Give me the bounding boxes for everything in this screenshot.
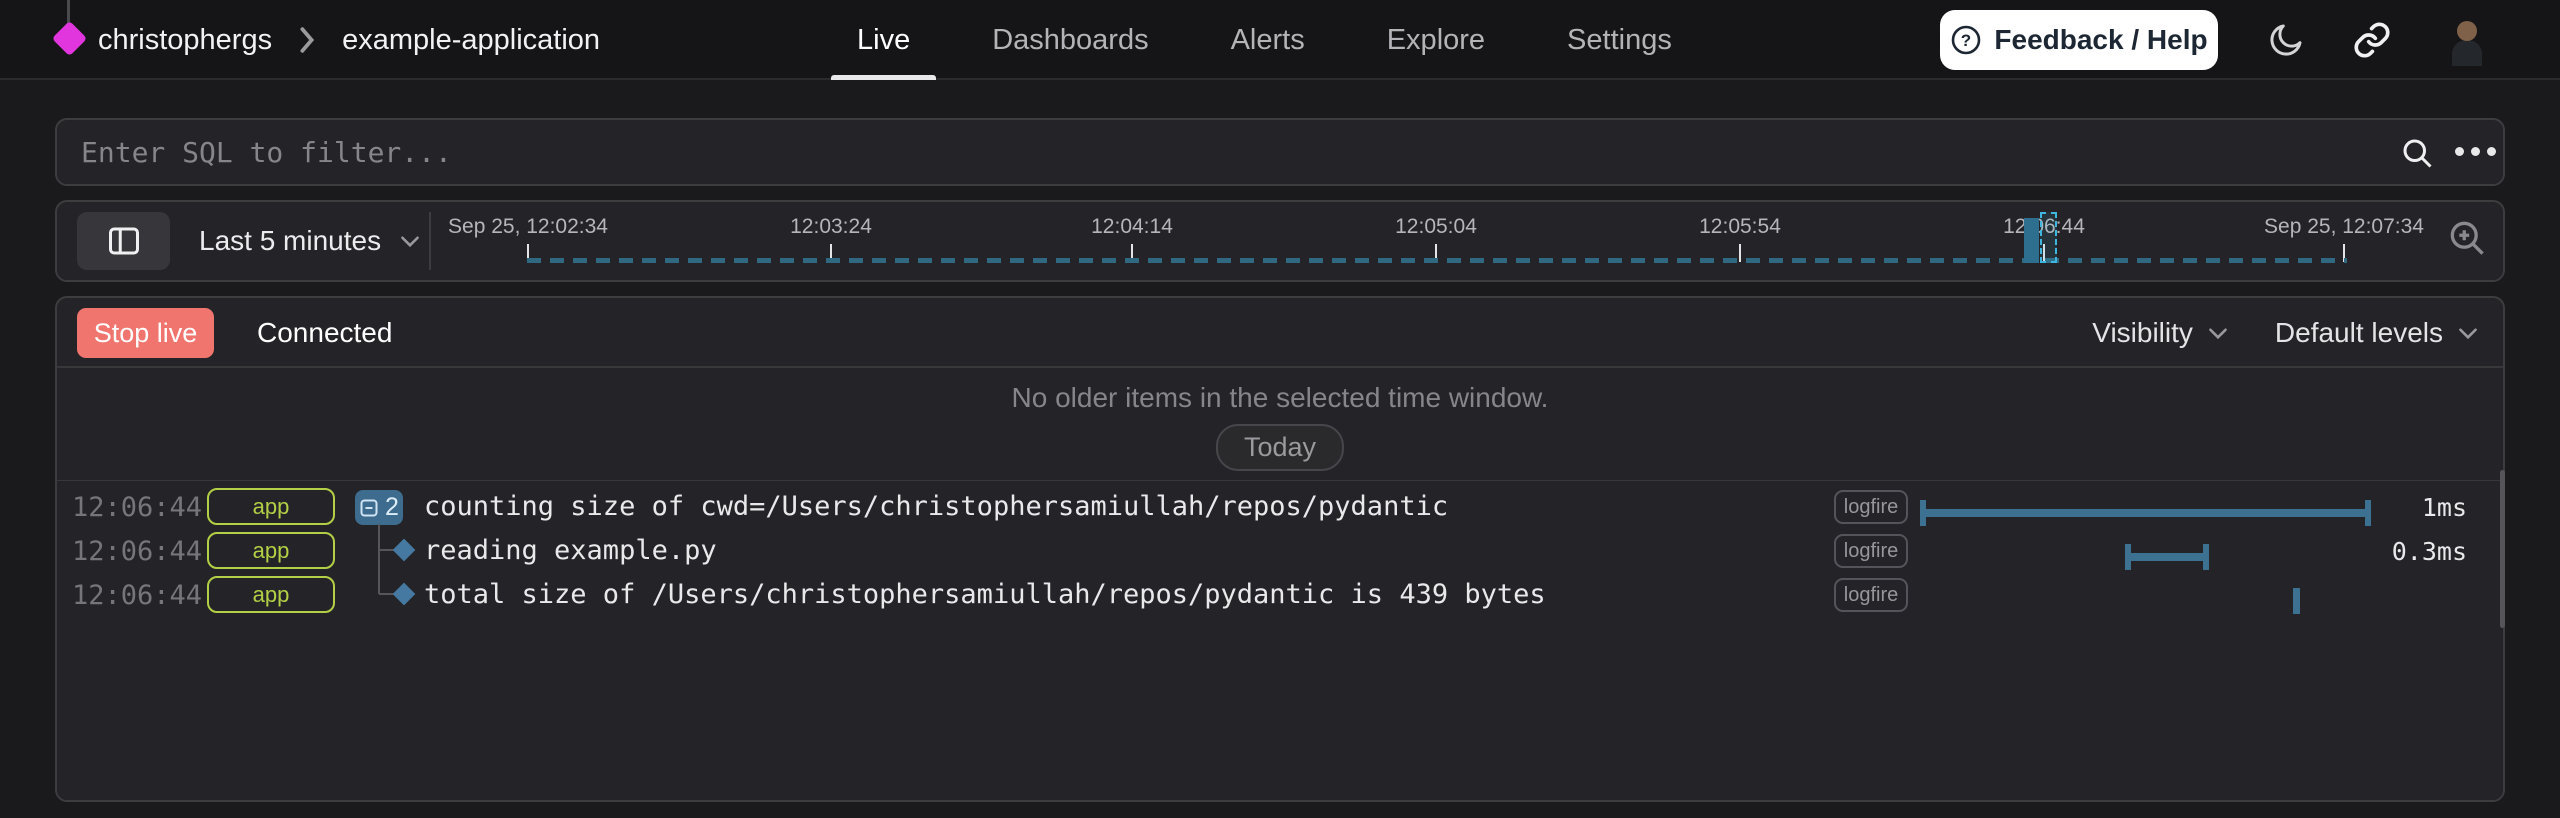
- app-tag[interactable]: app: [207, 532, 335, 569]
- span-diamond-icon: [393, 583, 416, 606]
- default-levels-label: Default levels: [2275, 317, 2443, 349]
- span-duration: 0.3ms: [2347, 537, 2467, 566]
- logfire-logo-icon[interactable]: [52, 21, 87, 56]
- log-timestamp: 12:06:44: [72, 580, 202, 611]
- span-diamond-icon: [393, 539, 416, 562]
- tick-label: 12:03:24: [790, 215, 872, 239]
- span-duration-bar[interactable]: [2125, 544, 2209, 570]
- log-row[interactable]: 12:06:44 app reading example.py logfire …: [57, 529, 2503, 573]
- breadcrumb-project[interactable]: example-application: [342, 24, 600, 57]
- today-button[interactable]: Today: [1216, 424, 1344, 471]
- tab-explore[interactable]: Explore: [1387, 0, 1485, 80]
- share-link-icon[interactable]: [2352, 20, 2392, 60]
- tick-label: 12:05:54: [1699, 215, 1781, 239]
- live-controls-row: Stop live Connected Visibility Default l…: [57, 298, 2503, 368]
- tab-alerts[interactable]: Alerts: [1231, 0, 1305, 80]
- scope-tag[interactable]: logfire: [1834, 534, 1908, 568]
- log-row[interactable]: 12:06:44 app 2 counting size of cwd=/Use…: [57, 485, 2503, 529]
- search-icon[interactable]: [2399, 135, 2435, 171]
- feedback-help-button[interactable]: ? Feedback / Help: [1940, 10, 2218, 70]
- empty-window-notice: No older items in the selected time wind…: [57, 382, 2503, 414]
- tick-label: 12:05:04: [1395, 215, 1477, 239]
- timeline-panel: Last 5 minutes Sep 25, 12:02:34 12:03:24…: [55, 200, 2505, 282]
- user-avatar[interactable]: [2441, 14, 2493, 66]
- log-message[interactable]: total size of /Users/christophersamiulla…: [424, 579, 1546, 610]
- divider: [57, 480, 2503, 481]
- feedback-help-label: Feedback / Help: [1994, 24, 2207, 56]
- more-options-icon[interactable]: [2455, 147, 2496, 156]
- visibility-dropdown[interactable]: Visibility: [2092, 317, 2231, 349]
- divider: [429, 212, 431, 270]
- scope-tag[interactable]: logfire: [1834, 578, 1908, 612]
- breadcrumb: christophergs example-application: [98, 0, 600, 80]
- collapse-toggle[interactable]: 2: [355, 490, 403, 525]
- main-nav: Live Dashboards Alerts Explore Settings: [857, 0, 1672, 80]
- app-tag[interactable]: app: [207, 576, 335, 613]
- live-view-panel: Stop live Connected Visibility Default l…: [55, 296, 2505, 802]
- sql-filter-panel: [55, 118, 2505, 186]
- svg-text:?: ?: [1961, 31, 1971, 50]
- tab-dashboards[interactable]: Dashboards: [992, 0, 1148, 80]
- log-message[interactable]: reading example.py: [424, 535, 717, 566]
- log-timestamp: 12:06:44: [72, 536, 202, 567]
- chevron-right-icon: [296, 26, 318, 54]
- time-range-dropdown[interactable]: Last 5 minutes: [199, 202, 423, 280]
- timeline-histogram-baseline[interactable]: [527, 258, 2347, 263]
- chevron-down-icon: [397, 228, 423, 254]
- question-circle-icon: ?: [1950, 24, 1982, 56]
- sidebar-toggle-button[interactable]: [77, 212, 170, 270]
- zoom-in-icon[interactable]: [2445, 216, 2489, 260]
- minus-square-icon: [359, 498, 379, 518]
- theme-moon-icon[interactable]: [2266, 20, 2306, 60]
- tab-live[interactable]: Live: [857, 0, 910, 80]
- top-header: christophergs example-application Live D…: [0, 0, 2560, 80]
- chevron-down-icon: [2205, 320, 2231, 346]
- log-message[interactable]: counting size of cwd=/Users/christophers…: [424, 491, 1448, 522]
- tick-label: 12:04:14: [1091, 215, 1173, 239]
- histogram-spike-bar[interactable]: [2024, 218, 2039, 263]
- log-timestamp: 12:06:44: [72, 492, 202, 523]
- sql-filter-input[interactable]: [57, 120, 2503, 184]
- tick-label: Sep 25, 12:02:34: [448, 215, 608, 239]
- chevron-down-icon: [2455, 320, 2481, 346]
- time-range-label: Last 5 minutes: [199, 225, 381, 257]
- log-row[interactable]: 12:06:44 app total size of /Users/christ…: [57, 573, 2503, 617]
- visibility-label: Visibility: [2092, 317, 2193, 349]
- histogram-selection-bar[interactable]: [2040, 212, 2057, 263]
- scope-tag[interactable]: logfire: [1834, 490, 1908, 524]
- tick-label: Sep 25, 12:07:34: [2264, 215, 2424, 239]
- span-duration: 1ms: [2347, 493, 2467, 522]
- app-tag[interactable]: app: [207, 488, 335, 525]
- tab-settings[interactable]: Settings: [1567, 0, 1672, 80]
- child-count: 2: [385, 493, 399, 522]
- log-point-mark[interactable]: [2293, 588, 2300, 614]
- breadcrumb-org[interactable]: christophergs: [98, 24, 272, 57]
- scrollbar-thumb[interactable]: [2500, 470, 2505, 628]
- span-duration-bar[interactable]: [1920, 500, 2371, 526]
- stop-live-button[interactable]: Stop live: [77, 308, 214, 358]
- connection-status: Connected: [257, 298, 392, 368]
- default-levels-dropdown[interactable]: Default levels: [2275, 317, 2481, 349]
